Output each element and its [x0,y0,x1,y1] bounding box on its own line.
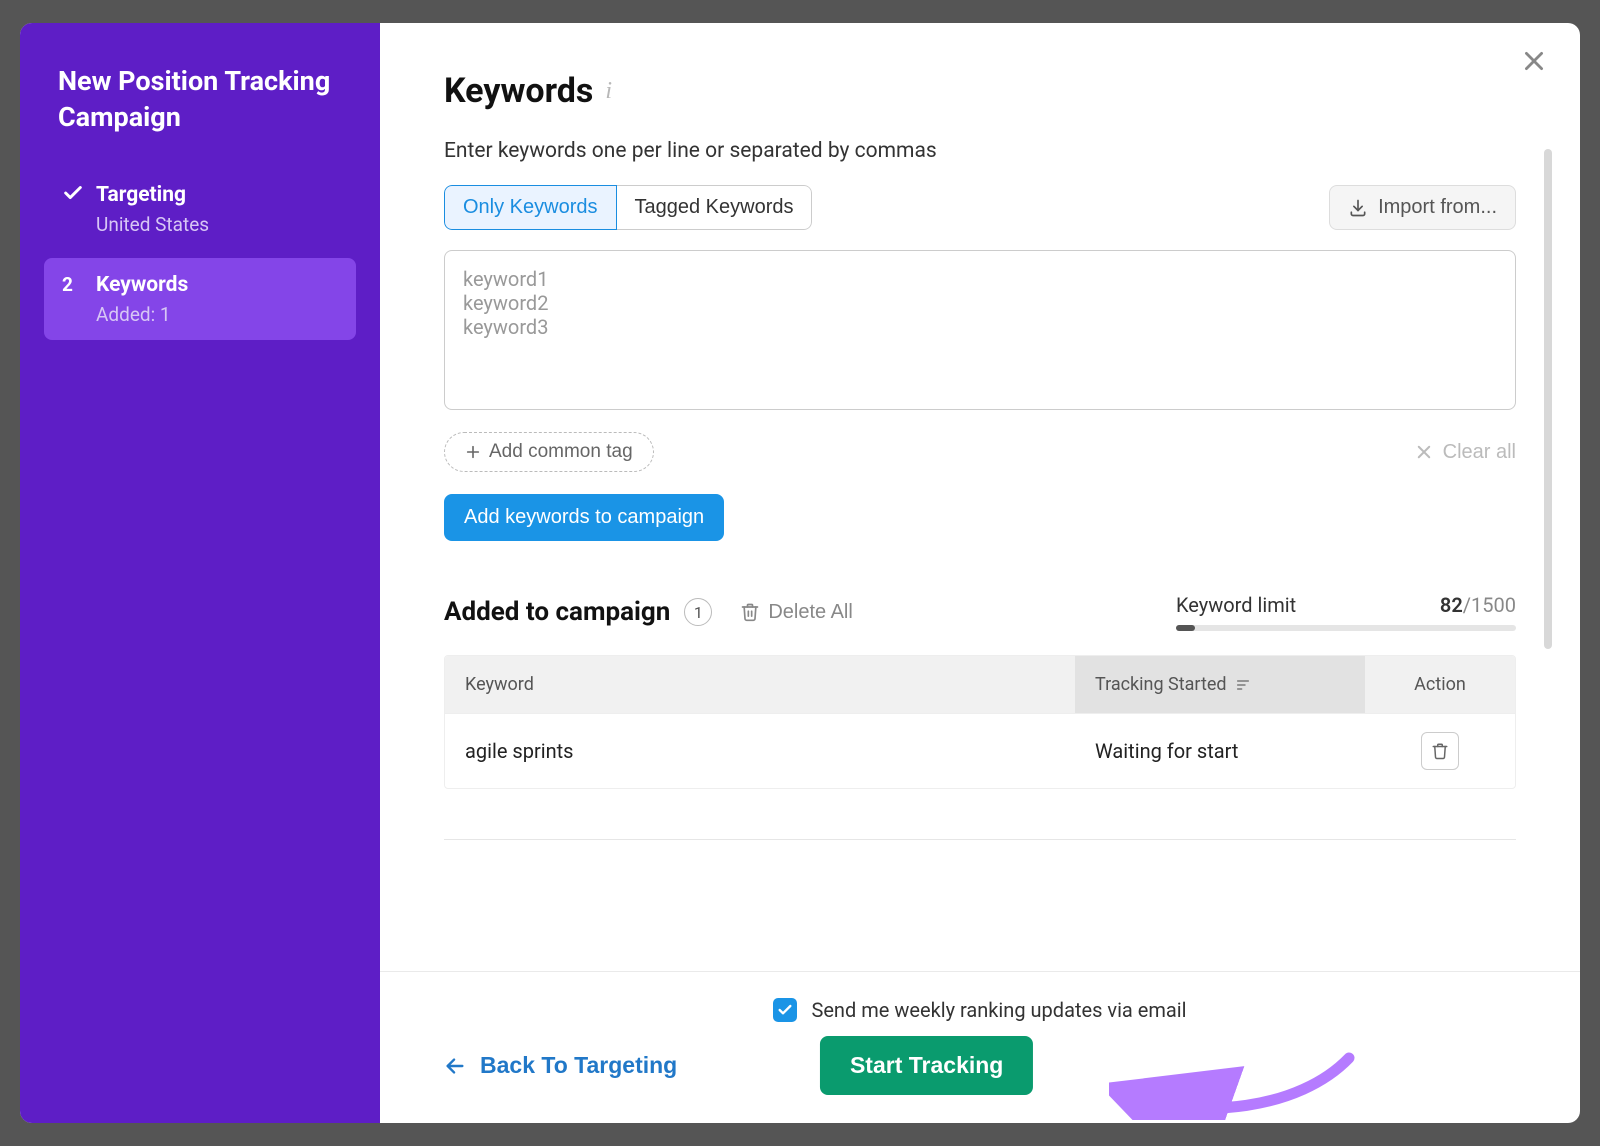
keywords-textarea[interactable] [444,250,1516,410]
add-common-tag-button[interactable]: Add common tag [444,432,654,472]
limit-label: Keyword limit [1176,593,1296,617]
delete-all-button[interactable]: Delete All [740,601,853,624]
trash-icon [1431,742,1449,760]
table-header: Keyword Tracking Started Action [445,656,1515,713]
add-tag-label: Add common tag [489,441,633,463]
arrow-left-icon [444,1055,466,1077]
add-keywords-button[interactable]: Add keywords to campaign [444,494,724,541]
delete-all-label: Delete All [768,601,853,624]
cell-tracking: Waiting for start [1075,721,1365,781]
keyword-mode-tabs: Only Keywords Tagged Keywords [444,185,812,230]
sort-icon [1235,677,1251,693]
main-panel: Keywords i Enter keywords one per line o… [380,23,1580,1123]
limit-total: /1500 [1463,593,1516,617]
page-title: Keywords i [444,71,1516,111]
back-to-targeting-button[interactable]: Back To Targeting [444,1052,677,1079]
email-updates-checkbox[interactable] [773,998,797,1022]
close-button[interactable] [1516,43,1552,79]
import-label: Import from... [1378,196,1497,219]
plus-icon [465,444,481,460]
download-icon [1348,198,1368,218]
info-icon[interactable]: i [605,78,612,105]
clear-all-button[interactable]: Clear all [1415,441,1516,464]
step-targeting[interactable]: Targeting United States [44,168,356,250]
modal-footer: Send me weekly ranking updates via email… [380,971,1580,1123]
step-sublabel: United States [96,213,338,236]
close-icon [1415,443,1433,461]
annotation-arrow-icon [1109,1040,1369,1120]
page-title-text: Keywords [444,71,593,111]
modal-dialog: New Position Tracking Campaign Targeting… [20,23,1580,1123]
table-row: agile sprints Waiting for start [445,713,1515,788]
scrollbar[interactable] [1544,149,1552,649]
keywords-table: Keyword Tracking Started Action agile sp… [444,655,1516,789]
col-keyword[interactable]: Keyword [445,656,1075,713]
check-icon [62,182,90,212]
keyword-limit-meter: Keyword limit 82/1500 [1176,593,1516,631]
added-count-badge: 1 [684,598,712,626]
email-updates-label: Send me weekly ranking updates via email [811,998,1186,1022]
sidebar-title: New Position Tracking Campaign [44,63,356,136]
added-heading: Added to campaign [444,597,670,627]
close-icon [1521,48,1547,74]
start-tracking-button[interactable]: Start Tracking [820,1036,1033,1095]
step-number: 2 [62,272,90,299]
clear-all-label: Clear all [1443,441,1516,464]
tab-tagged-keywords[interactable]: Tagged Keywords [617,185,813,230]
import-from-button[interactable]: Import from... [1329,185,1516,230]
wizard-sidebar: New Position Tracking Campaign Targeting… [20,23,380,1123]
limit-used: 82 [1440,593,1463,617]
instruction-text: Enter keywords one per line or separated… [444,139,1516,163]
tab-only-keywords[interactable]: Only Keywords [444,185,617,230]
step-label: Targeting [96,182,338,209]
trash-icon [740,602,760,622]
delete-row-button[interactable] [1421,732,1459,770]
back-label: Back To Targeting [480,1052,677,1079]
step-label: Keywords [96,272,338,299]
col-action: Action [1365,656,1515,713]
step-keywords[interactable]: 2 Keywords Added: 1 [44,258,356,340]
divider [444,839,1516,840]
cell-keyword: agile sprints [445,721,1075,781]
check-icon [777,1002,793,1018]
step-sublabel: Added: 1 [96,303,338,326]
col-tracking-started[interactable]: Tracking Started [1075,656,1365,713]
